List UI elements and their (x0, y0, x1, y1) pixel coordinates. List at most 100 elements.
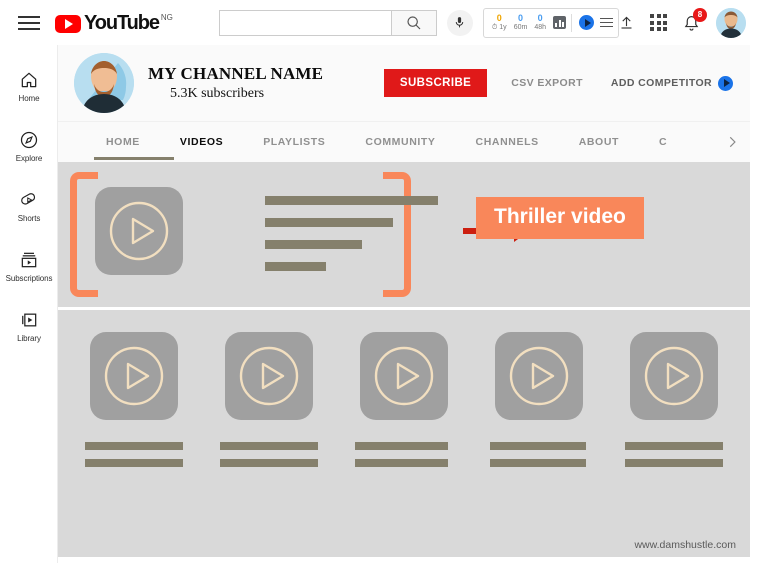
add-competitor-button[interactable]: ADD COMPETITOR (610, 75, 733, 91)
add-competitor-label: ADD COMPETITOR (610, 77, 712, 89)
top-right-icons: 8 (619, 7, 746, 38)
stat-60m: 0 60m (514, 13, 528, 32)
play-placeholder-icon (107, 199, 171, 263)
tabs-next-button[interactable] (725, 122, 739, 162)
right-edge-strip (750, 45, 757, 563)
youtube-country-code: NG (160, 12, 173, 22)
sidebar-item-subscriptions[interactable]: Subscriptions (0, 237, 58, 295)
featured-video-thumbnail[interactable] (95, 187, 183, 275)
video-title-lines (354, 442, 453, 476)
search-icon (407, 15, 421, 29)
placeholder-line (490, 459, 587, 467)
list-item[interactable] (624, 332, 724, 476)
list-item[interactable] (489, 332, 589, 476)
library-icon (22, 313, 37, 326)
list-item[interactable] (219, 332, 319, 476)
stat-48h-label: 48h (534, 24, 546, 31)
user-avatar (716, 7, 746, 38)
active-tab-underline (94, 157, 174, 160)
list-item[interactable] (354, 332, 454, 476)
widget-menu-icon[interactable] (600, 17, 613, 28)
placeholder-line (490, 442, 587, 450)
vidiq-play-icon (718, 75, 733, 91)
play-placeholder-icon (104, 346, 163, 406)
search-area (218, 9, 473, 36)
placeholder-line (354, 459, 448, 467)
subscriptions-icon (21, 252, 37, 267)
vidiq-play-icon[interactable] (579, 15, 594, 30)
video-thumbnail (359, 332, 448, 420)
sidebar-item-shorts[interactable]: Shorts (0, 177, 58, 235)
sidebar-item-library[interactable]: Library (0, 297, 58, 355)
notification-badge: 8 (693, 7, 707, 22)
tab-videos[interactable]: VIDEOS (160, 122, 243, 162)
notifications-button[interactable]: 8 (683, 7, 707, 32)
upload-button[interactable] (619, 15, 634, 31)
channel-tabs: HOME VIDEOS PLAYLISTS COMMUNITY CHANNELS… (58, 122, 757, 162)
channel-header: MY CHANNEL NAME 5.3K subscribers SUBSCRI… (58, 45, 757, 122)
placeholder-line (625, 459, 724, 467)
compass-explore-icon (20, 131, 38, 148)
stat-48h: 0 48h (534, 13, 546, 32)
watermark: www.damshustle.com (634, 539, 736, 551)
sidebar-item-library-label: Library (17, 333, 41, 343)
sidebar-item-explore[interactable]: Explore (0, 117, 58, 175)
search-input[interactable] (218, 9, 391, 36)
tab-about[interactable]: ABOUT (559, 122, 639, 162)
channel-avatar[interactable] (74, 53, 134, 113)
chevron-right-icon (729, 136, 736, 148)
youtube-logo[interactable]: YouTube NG (54, 11, 173, 34)
youtube-logo-text: YouTube (83, 11, 160, 34)
placeholder-line (84, 442, 183, 450)
play-placeholder-icon (645, 346, 704, 406)
placeholder-line (265, 262, 326, 271)
upload-icon (621, 16, 632, 29)
youtube-channel-page: YouTube NG 0 ⏱ 1y 0 60m 0 48h 8 Home Exp… (0, 0, 757, 563)
apps-button[interactable] (650, 14, 667, 31)
placeholder-line (265, 218, 393, 227)
voice-search-button[interactable] (446, 9, 473, 36)
avatar[interactable] (716, 7, 746, 38)
tab-playlists[interactable]: PLAYLISTS (243, 122, 345, 162)
video-title-lines (84, 442, 183, 476)
tab-community[interactable]: COMMUNITY (345, 122, 455, 162)
play-placeholder-icon (374, 346, 434, 406)
channel-avatar-image (74, 53, 134, 113)
placeholder-line (625, 442, 724, 450)
hamburger-menu-icon[interactable] (18, 15, 40, 31)
channel-info: MY CHANNEL NAME 5.3K subscribers (148, 64, 323, 102)
play-placeholder-icon (239, 346, 298, 406)
sidebar-item-explore-label: Explore (15, 153, 43, 163)
video-grid-row (58, 332, 750, 476)
left-sidebar: Home Explore Shorts Subscriptions Librar… (0, 45, 58, 563)
stat-60m-value: 0 (517, 13, 523, 23)
video-thumbnail (630, 332, 719, 420)
subscribe-button[interactable]: SUBSCRIBE (383, 69, 488, 97)
sidebar-item-subscriptions-label: Subscriptions (5, 273, 53, 283)
placeholder-line (219, 459, 318, 467)
tab-channels[interactable]: CHANNELS (456, 122, 559, 162)
microphone-icon (456, 17, 464, 28)
placeholder-line (265, 240, 362, 249)
sidebar-item-home-label: Home (18, 93, 40, 103)
stat-1y-label: ⏱ 1y (491, 24, 507, 31)
csv-export-button[interactable]: CSV EXPORT (511, 77, 583, 89)
bar-chart-icon[interactable] (553, 16, 566, 29)
stat-48h-value: 0 (537, 13, 543, 23)
channel-actions: SUBSCRIBE CSV EXPORT ADD COMPETITOR (383, 69, 757, 97)
tab-home[interactable]: HOME (86, 122, 160, 162)
vidiq-extension-widget[interactable]: 0 ⏱ 1y 0 60m 0 48h (482, 7, 619, 38)
annotation-bracket-left (70, 172, 98, 297)
search-button[interactable] (390, 9, 437, 36)
tab-overflow[interactable]: C (639, 122, 687, 162)
play-placeholder-icon (509, 346, 569, 406)
video-title-lines (490, 442, 588, 476)
stat-1y-value: 0 (496, 13, 502, 23)
main-content: MY CHANNEL NAME 5.3K subscribers SUBSCRI… (58, 45, 757, 563)
placeholder-line (354, 442, 448, 450)
list-item[interactable] (84, 332, 184, 476)
sidebar-item-home[interactable]: Home (0, 57, 58, 115)
video-thumbnail (495, 332, 584, 420)
home-icon (21, 72, 37, 87)
widget-divider (571, 13, 572, 32)
